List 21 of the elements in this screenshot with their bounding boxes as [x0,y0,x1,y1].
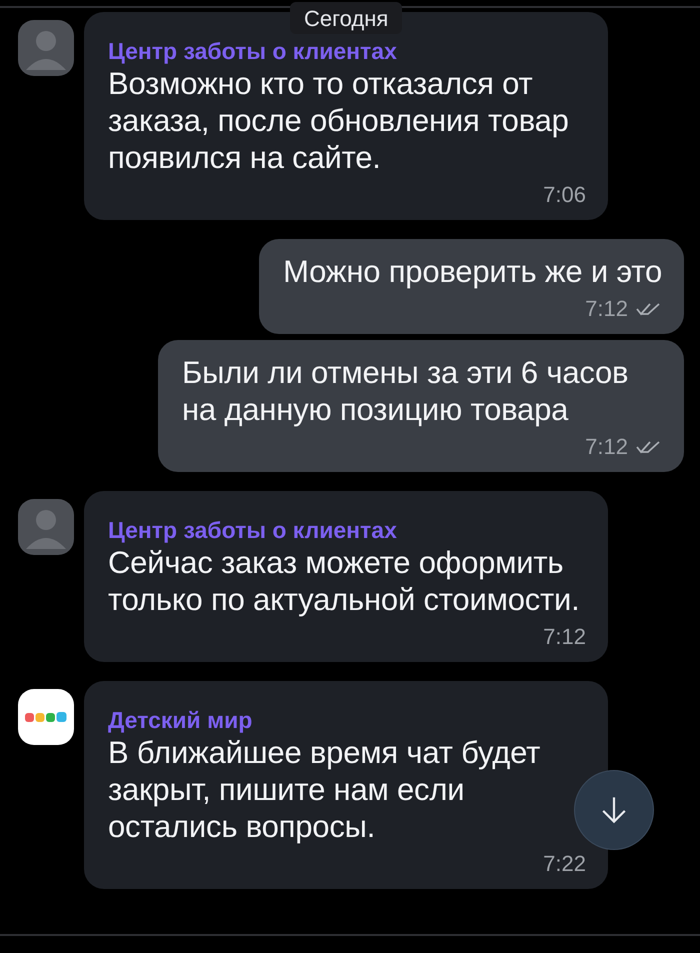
message-text: Были ли отмены за эти 6 часов на данную позицию товара [182,354,630,428]
message-time: 7:12 [543,624,586,650]
message-bubble[interactable]: Можно проверить же и это 7:12 [259,239,684,334]
message-text: Можно проверить же и это [283,253,662,290]
message-text: В ближайшее время чат будет закрыт, пишите нам если остались вопросы. [108,734,542,845]
message-bubble[interactable]: Центр заботы о клиентах Сейчас заказ можете оформить только по актуальной стоимости. 7:12 [84,491,608,662]
sender-name: Центр заботы о клиентах [108,37,397,65]
avatar-icon[interactable] [18,20,74,76]
avatar-icon[interactable] [18,499,74,555]
message-bubble[interactable]: Детский мир В ближайшее время чат будет закрыт, пишите нам если остались вопросы. 7:22 [84,681,608,889]
sender-name: Детский мир [108,706,252,734]
message-time: 7:12 [585,434,628,460]
message-bubble[interactable]: Были ли отмены за эти 6 часов на данную позицию товара 7:12 [158,340,684,472]
message-time: 7:06 [543,182,586,208]
message-text: Сейчас заказ можете оформить только по актуальной стоимости. [108,544,581,618]
date-chip: Сегодня [290,2,402,34]
message-time: 7:22 [543,851,586,877]
sender-name: Центр заботы о клиентах [108,516,397,544]
message-time: 7:12 [585,296,628,322]
message-text: Возможно кто то отказался от заказа, после обновления товар появился на сайте. [108,65,570,176]
logo-icon[interactable] [18,689,74,745]
